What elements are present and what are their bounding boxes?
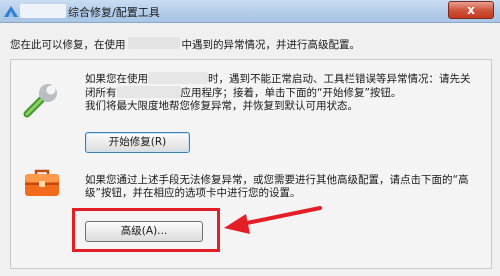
intro-text: 您在此可以修复，在使用 中遇到的异常情况，并进行高级配置。 [10, 37, 360, 52]
repair-line-2: 闭所有 应用程序；接着，单击下面的“开始修复”按钮。 [85, 86, 471, 100]
pointer-arrow-icon [224, 206, 322, 234]
intro-text-after: 中遇到的异常情况，并进行高级配置。 [181, 39, 361, 51]
highlight-box [72, 208, 220, 252]
toolbox-icon [25, 169, 59, 196]
app-icon [4, 6, 18, 17]
advanced-line-1: 如果您通过上述手段无法修复异常，或您需要进行其他高级配置，请点击下面的“高 [85, 174, 469, 186]
repair-line-1-a: 如果您在使用 [85, 73, 148, 85]
intro-redacted [127, 37, 180, 49]
title-redacted [20, 4, 66, 18]
start-repair-button[interactable]: 开始修复(R) [85, 132, 190, 153]
repair-line-1: 如果您在使用 时，遇到不能正常启动、工具栏错误等异常情况：请先关 [85, 72, 471, 86]
wrench-icon [23, 82, 59, 118]
window-title: 综合修复/配置工具 [68, 6, 160, 19]
close-button[interactable]: x [448, 1, 494, 19]
title-bar: 综合修复/配置工具 x [0, 0, 500, 23]
repair-line-2-b: 应用程序；接着，单击下面的“开始修复”按钮。 [180, 87, 402, 99]
repair-line-1-b: 时，遇到不能正常启动、工具栏错误等异常情况：请先关 [208, 73, 471, 85]
repair-description: 如果您在使用 时，遇到不能正常启动、工具栏错误等异常情况：请先关 闭所有 应用程序；… [85, 72, 471, 113]
repair-line-3: 我们将最大限度地帮您修复异常，并恢复到默认可用状态。 [85, 100, 358, 112]
repair-redacted-2 [116, 86, 181, 98]
intro-text-before: 您在此可以修复，在使用 [10, 39, 126, 51]
repair-redacted-1 [148, 72, 208, 84]
repair-line-2-a: 闭所有 [85, 87, 117, 99]
